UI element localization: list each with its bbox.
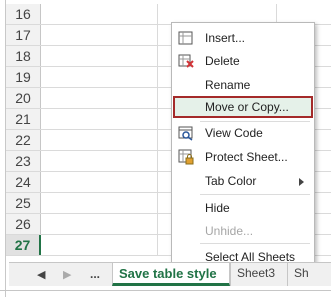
spreadsheet-window: 16 17 18 19 20 21 22 23 24 25 26 27 Inse… bbox=[0, 0, 331, 297]
menu-item-label: Move or Copy... bbox=[205, 100, 289, 114]
menu-item-label: View Code bbox=[205, 126, 263, 140]
tab-sheet3[interactable]: Sheet3 bbox=[230, 263, 287, 286]
menu-item-label: Delete bbox=[205, 54, 240, 68]
column-divider bbox=[157, 88, 158, 108]
menu-item-delete[interactable]: Delete bbox=[173, 50, 313, 72]
submenu-arrow-icon bbox=[299, 178, 304, 186]
menu-item-move-or-copy[interactable]: Move or Copy... bbox=[173, 96, 313, 118]
menu-item-protect-sheet[interactable]: Protect Sheet... bbox=[173, 146, 313, 168]
row-header[interactable]: 19 bbox=[6, 67, 41, 87]
row-header[interactable]: 21 bbox=[6, 109, 41, 129]
column-divider bbox=[157, 25, 158, 45]
window-bottom-border bbox=[0, 290, 331, 291]
menu-item-label: Protect Sheet... bbox=[205, 150, 288, 164]
column-divider bbox=[157, 109, 158, 129]
row-header[interactable]: 18 bbox=[6, 46, 41, 66]
scroll-tabs-left-icon[interactable]: ◀ bbox=[37, 268, 45, 281]
scroll-tabs-right-icon[interactable]: ▶ bbox=[63, 268, 71, 281]
menu-item-label: Hide bbox=[205, 201, 230, 215]
menu-item-label: Rename bbox=[205, 78, 251, 92]
menu-item-insert[interactable]: Insert... bbox=[173, 27, 313, 49]
column-divider bbox=[157, 130, 158, 150]
row-header[interactable]: 16 bbox=[6, 4, 41, 24]
delete-sheet-icon bbox=[178, 54, 194, 68]
more-tabs-button[interactable]: ... bbox=[90, 267, 100, 281]
column-divider bbox=[157, 46, 158, 66]
row-header[interactable]: 20 bbox=[6, 88, 41, 108]
column-divider bbox=[157, 151, 158, 171]
column-divider bbox=[157, 235, 158, 255]
column-divider bbox=[157, 67, 158, 87]
menu-item-unhide: Unhide... bbox=[173, 220, 313, 242]
column-divider bbox=[276, 4, 277, 24]
menu-item-label: Insert... bbox=[205, 31, 246, 45]
menu-item-label: Unhide... bbox=[205, 224, 254, 238]
insert-sheet-icon bbox=[178, 31, 193, 45]
row-header[interactable]: 23 bbox=[6, 151, 41, 171]
column-divider bbox=[157, 4, 158, 24]
menu-item-hide[interactable]: Hide bbox=[173, 197, 313, 219]
menu-item-label: Tab Color bbox=[205, 174, 257, 188]
row-header[interactable]: 17 bbox=[6, 25, 41, 45]
row-header[interactable]: 26 bbox=[6, 214, 41, 234]
protect-sheet-icon bbox=[178, 149, 194, 165]
tab-sheet-partial[interactable]: Sh bbox=[287, 263, 331, 286]
menu-item-view-code[interactable]: View Code bbox=[173, 122, 313, 144]
row-header[interactable]: 25 bbox=[6, 193, 41, 213]
menu-item-tab-color[interactable]: Tab Color bbox=[173, 170, 313, 192]
row-header-active[interactable]: 27 bbox=[6, 235, 41, 255]
row-header[interactable]: 24 bbox=[6, 172, 41, 192]
sheet-tab-bar: ◀ ▶ ... Save table style Sheet3 Sh bbox=[9, 262, 331, 286]
column-divider bbox=[157, 214, 158, 234]
column-divider bbox=[157, 193, 158, 213]
menu-item-rename[interactable]: Rename bbox=[173, 74, 313, 96]
column-divider bbox=[157, 172, 158, 192]
view-code-icon bbox=[178, 126, 193, 141]
menu-separator bbox=[200, 243, 310, 244]
menu-separator bbox=[200, 194, 310, 195]
sheet-tab-context-menu: Insert... Delete Rename Move or Copy... … bbox=[171, 22, 315, 271]
tab-save-table-style[interactable]: Save table style bbox=[112, 263, 230, 286]
row-header[interactable]: 22 bbox=[6, 130, 41, 150]
